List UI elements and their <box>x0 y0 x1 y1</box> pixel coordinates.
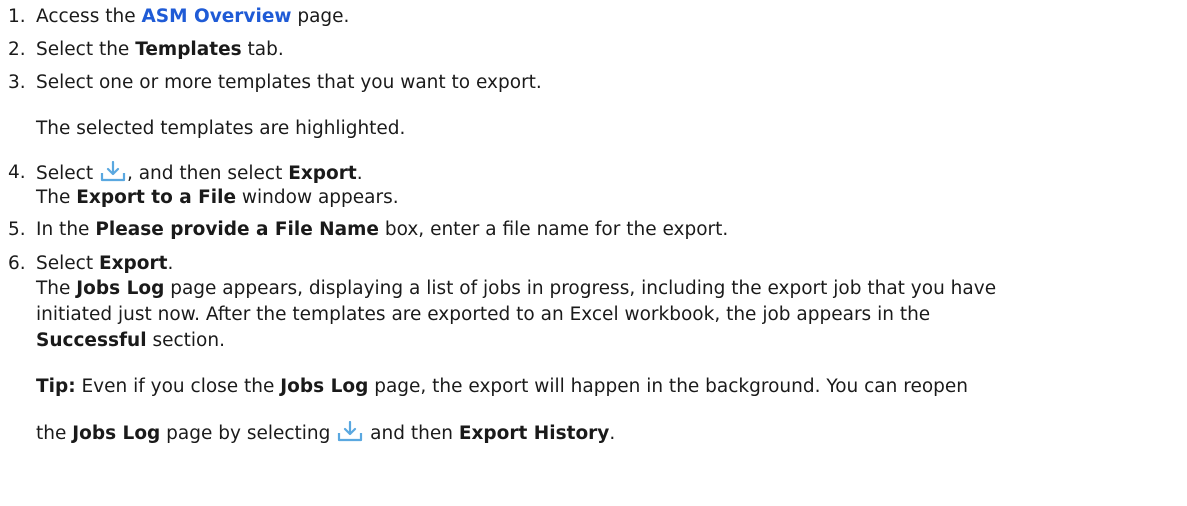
export-window-ref: Export to a File <box>76 187 237 208</box>
jobs-log-ref: Jobs Log <box>280 376 369 397</box>
step-number: 4. <box>8 162 26 183</box>
step-number: 3. <box>8 72 26 93</box>
asm-overview-link[interactable]: ASM Overview <box>141 6 291 27</box>
step-number: 1. <box>8 6 26 27</box>
templates-tab-ref: Templates <box>135 39 242 60</box>
step-text: Access the <box>36 6 142 27</box>
jobs-log-ref: Jobs Log <box>72 423 161 444</box>
export-history-ref: Export History <box>458 423 610 444</box>
file-name-box-ref: Please provide a File Name <box>95 219 379 240</box>
step-number: 6. <box>8 253 26 274</box>
download-icon <box>336 420 364 450</box>
successful-ref: Successful <box>36 330 147 351</box>
step-number: 2. <box>8 39 26 60</box>
jobs-log-ref: Jobs Log <box>76 278 165 299</box>
step-text: Select one or more templates that you wa… <box>36 72 542 93</box>
export-ref: Export <box>98 253 168 274</box>
export-ref: Export <box>288 163 357 184</box>
tip-label: Tip: <box>36 376 76 397</box>
step-number: 5. <box>8 219 26 240</box>
